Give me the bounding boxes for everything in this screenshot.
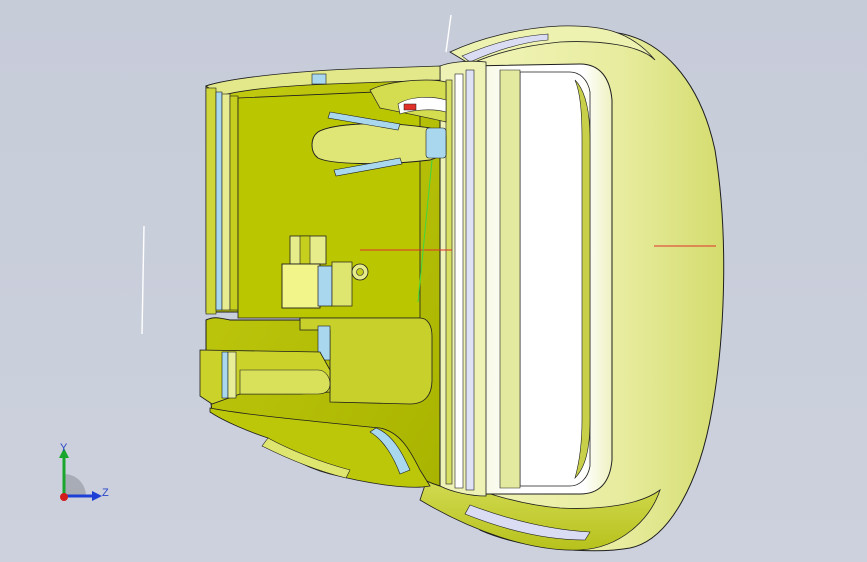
- wall-layer-blue: [215, 91, 223, 311]
- red-marker: [403, 103, 417, 111]
- screw-head-inner: [356, 268, 364, 276]
- tab-layer-light: [227, 351, 237, 399]
- wall-layer-light: [221, 93, 231, 311]
- connector-body[interactable]: [281, 263, 321, 309]
- lens-left-shade: [499, 69, 521, 489]
- tab-layer-blue: [221, 351, 229, 399]
- triad-z-label: Z: [102, 487, 109, 499]
- triad-quarter-disc: [64, 474, 86, 496]
- construction-line: [141, 225, 145, 335]
- rim-blue-tab: [311, 73, 327, 85]
- construction-line: [445, 14, 452, 53]
- bezel-white-strip: [454, 73, 464, 489]
- wall-layer-inner: [229, 95, 239, 311]
- socket-collar: [425, 127, 447, 159]
- tab-rounded-end: [239, 369, 331, 395]
- connector-side: [331, 261, 353, 307]
- triad-y-label: Y: [60, 442, 68, 454]
- bezel-green-strip: [445, 79, 453, 485]
- bezel-blue-strip: [465, 69, 475, 491]
- cad-model-view[interactable]: [0, 0, 867, 562]
- triad-x-dot: [60, 493, 68, 501]
- graphics-viewport[interactable]: Y Z: [0, 0, 867, 562]
- triad-z-arrowhead: [92, 491, 102, 501]
- connector-clip-slot: [299, 235, 311, 265]
- wall-layer-outer: [205, 87, 217, 315]
- orientation-triad[interactable]: Y Z: [46, 438, 116, 508]
- connector-blue-part: [317, 265, 333, 307]
